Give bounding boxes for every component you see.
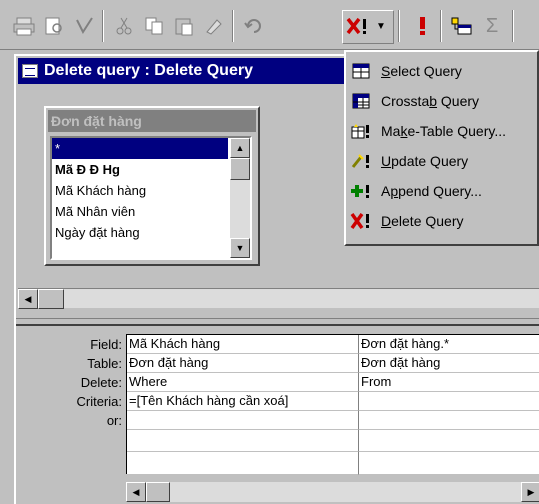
grid-cell-delete[interactable]: From (359, 373, 539, 392)
copy-icon[interactable] (140, 12, 168, 40)
delete-query-icon (350, 211, 372, 231)
design-grid-area: Field: Table: Delete: Criteria: or: Mã K… (16, 328, 539, 504)
menu-item-delete-query[interactable]: Delete Query (350, 208, 539, 234)
scroll-left-icon[interactable]: ◀ (126, 482, 146, 502)
grid-cell-delete[interactable]: Where (127, 373, 359, 392)
totals-icon[interactable]: Σ (478, 12, 506, 40)
grid-cell-field[interactable]: Mã Khách hàng (127, 335, 359, 354)
toolbar: ▼ Σ (0, 0, 539, 50)
grid-cell-empty[interactable] (127, 430, 359, 452)
field-list-scrollbar[interactable]: ▲ ▼ (230, 138, 250, 258)
grid-cell-table[interactable]: Đơn đặt hàng (127, 354, 359, 373)
query-type-menu: Select Query Crosstab Query Make-Table Q… (344, 50, 539, 246)
query-type-icon[interactable] (344, 12, 372, 40)
table-pane-scrollbar[interactable]: ◀ (18, 288, 539, 309)
crosstab-query-icon (350, 91, 372, 111)
grid-cell-field[interactable]: Đơn đặt hàng.* (359, 335, 539, 354)
grid-cell-or[interactable] (127, 411, 359, 430)
field-item[interactable]: * (52, 138, 228, 159)
run-icon[interactable] (408, 12, 436, 40)
menu-item-select-query[interactable]: Select Query (350, 58, 539, 84)
grid-cell-empty[interactable] (127, 452, 359, 475)
row-label-delete: Delete: (80, 375, 122, 390)
pane-splitter[interactable] (16, 318, 539, 326)
row-label-criteria: Criteria: (76, 394, 122, 409)
print-icon[interactable] (10, 12, 38, 40)
make-table-query-icon (350, 121, 372, 141)
menu-item-make-table-query[interactable]: Make-Table Query... (350, 118, 539, 144)
update-query-icon (350, 151, 372, 171)
format-painter-icon[interactable] (200, 12, 228, 40)
grid-cell-empty[interactable] (359, 452, 539, 475)
table-field-list[interactable]: Đơn đặt hàng * Mã Đ Đ Hg Mã Khách hàng M… (44, 106, 260, 266)
menu-item-append-query[interactable]: Append Query... (350, 178, 539, 204)
row-label-or: or: (106, 413, 122, 428)
grid-cell-empty[interactable] (359, 430, 539, 452)
paste-icon[interactable] (170, 12, 198, 40)
table-field-list-title[interactable]: Đơn đặt hàng (48, 110, 256, 132)
row-label-field: Field: (90, 337, 122, 352)
cut-icon[interactable] (110, 12, 138, 40)
scroll-up-icon[interactable]: ▲ (230, 138, 250, 158)
spelling-icon[interactable] (70, 12, 98, 40)
window-title: Delete query : Delete Query (44, 62, 253, 79)
window-title-bar[interactable]: Delete query : Delete Query (18, 58, 358, 84)
undo-icon[interactable] (240, 12, 268, 40)
scroll-thumb[interactable] (230, 158, 250, 180)
append-query-icon (350, 181, 372, 201)
scroll-left-icon[interactable]: ◀ (18, 289, 38, 309)
grid-cell-or[interactable] (359, 411, 539, 430)
select-query-icon (350, 61, 372, 81)
grid-cell-criteria[interactable] (359, 392, 539, 411)
scroll-thumb[interactable] (38, 289, 64, 309)
menu-item-crosstab-query[interactable]: Crosstab Query (350, 88, 539, 114)
query-window-icon (22, 64, 38, 78)
scroll-down-icon[interactable]: ▼ (230, 238, 250, 258)
field-item[interactable]: Mã Đ Đ Hg (52, 159, 228, 180)
field-item[interactable]: Mã Nhân viên (52, 201, 228, 222)
design-grid[interactable]: Mã Khách hàng Đơn đặt hàng.* Đơn đặt hàn… (126, 334, 539, 475)
field-list[interactable]: * Mã Đ Đ Hg Mã Khách hàng Mã Nhân viên N… (50, 136, 252, 260)
grid-cell-table[interactable]: Đơn đặt hàng (359, 354, 539, 373)
scroll-right-icon[interactable]: ▶ (521, 482, 539, 502)
grid-cell-criteria[interactable]: =[Tên Khách hàng cần xoá] (127, 392, 359, 411)
field-item[interactable]: Mã Khách hàng (52, 180, 228, 201)
show-table-icon[interactable] (448, 12, 476, 40)
field-item[interactable]: Ngày đặt hàng (52, 222, 228, 243)
row-label-table: Table: (87, 356, 122, 371)
chevron-down-icon[interactable]: ▼ (372, 12, 390, 40)
menu-item-update-query[interactable]: Update Query (350, 148, 539, 174)
print-preview-icon[interactable] (40, 12, 68, 40)
scroll-thumb[interactable] (146, 482, 170, 502)
grid-scrollbar[interactable]: ◀ ▶ (126, 482, 539, 502)
